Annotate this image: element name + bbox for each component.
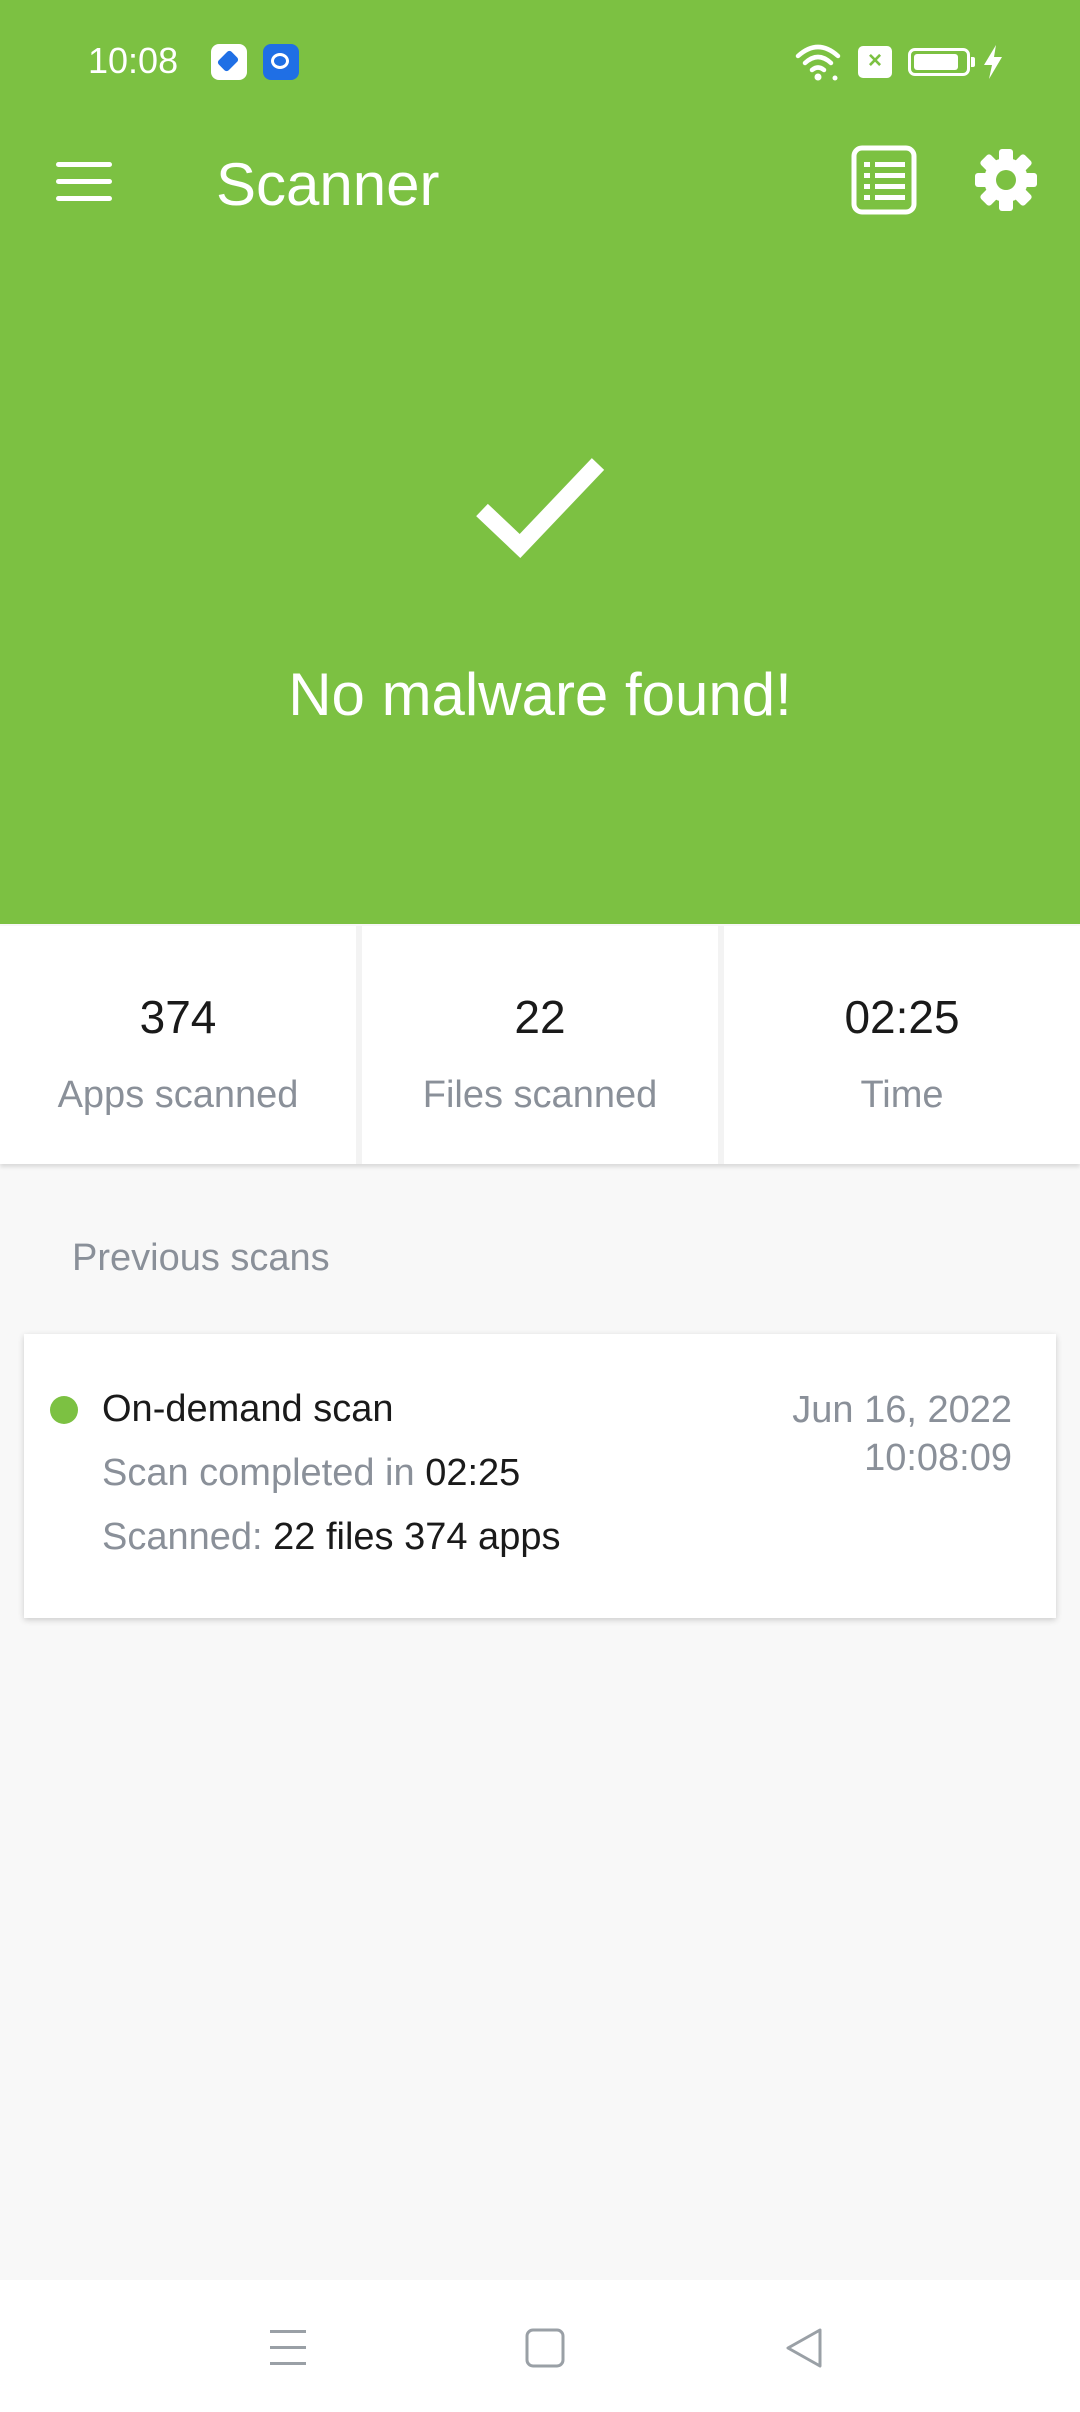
- charging-icon: [984, 45, 1002, 79]
- scan-duration-label: Scan completed in: [102, 1452, 426, 1494]
- menu-icon: [56, 162, 112, 167]
- battery-icon: [908, 48, 975, 76]
- checkmark-icon: [476, 458, 605, 559]
- scan-summary: Scanned: 22 files 374 apps: [102, 1516, 560, 1559]
- sim-icon: ×: [858, 46, 892, 78]
- stat-label: Apps scanned: [57, 1074, 299, 1116]
- status-dot: [50, 1396, 78, 1424]
- page-title: Scanner: [216, 151, 440, 218]
- menu-button[interactable]: [40, 146, 128, 216]
- menu-icon-line: [56, 179, 112, 184]
- stat-time: 02:25 Time: [724, 926, 1080, 1164]
- scan-summary-value: 22 files 374 apps: [273, 1516, 561, 1558]
- app-notification-icon: [263, 44, 299, 80]
- sim-badge: ×: [867, 47, 882, 74]
- system-nav-bar: [0, 2280, 1080, 2412]
- log-list-icon[interactable]: [848, 142, 920, 218]
- stat-files-scanned: 22 Files scanned: [362, 926, 718, 1164]
- stat-label: Files scanned: [422, 1074, 658, 1116]
- scan-time: 10:08:09: [864, 1437, 1012, 1479]
- app-notification-icon: [211, 44, 247, 80]
- scan-duration-value: 02:25: [425, 1452, 521, 1494]
- scan-timestamp: Jun 16, 2022 10:08:09: [792, 1386, 1012, 1482]
- stat-label: Time: [860, 1074, 944, 1116]
- stats-panel: 374 Apps scanned 22 Files scanned 02:25 …: [0, 926, 1080, 1164]
- status-time: 10:08: [88, 40, 179, 81]
- wifi-icon: [795, 44, 841, 81]
- stat-value: 22: [514, 991, 566, 1043]
- stat-apps-scanned: 374 Apps scanned: [0, 926, 356, 1164]
- stat-value: 374: [139, 991, 217, 1043]
- menu-icon-line: [56, 196, 112, 201]
- scan-type: On-demand scan: [102, 1388, 394, 1430]
- recents-icon[interactable]: [248, 2316, 328, 2380]
- settings-gear-icon[interactable]: [968, 140, 1044, 220]
- section-title: Previous scans: [72, 1237, 330, 1279]
- stat-value: 02:25: [844, 991, 960, 1043]
- scan-duration: Scan completed in 02:25: [102, 1452, 520, 1495]
- scan-date: Jun 16, 2022: [792, 1389, 1012, 1431]
- status-bar: 10:08 ×: [0, 0, 1080, 124]
- home-icon[interactable]: [505, 2316, 585, 2380]
- result-message: No malware found!: [288, 661, 792, 728]
- scan-summary-label: Scanned:: [102, 1516, 274, 1558]
- back-icon[interactable]: [764, 2316, 844, 2380]
- scan-history-item[interactable]: On-demand scan Scan completed in 02:25 S…: [24, 1334, 1056, 1618]
